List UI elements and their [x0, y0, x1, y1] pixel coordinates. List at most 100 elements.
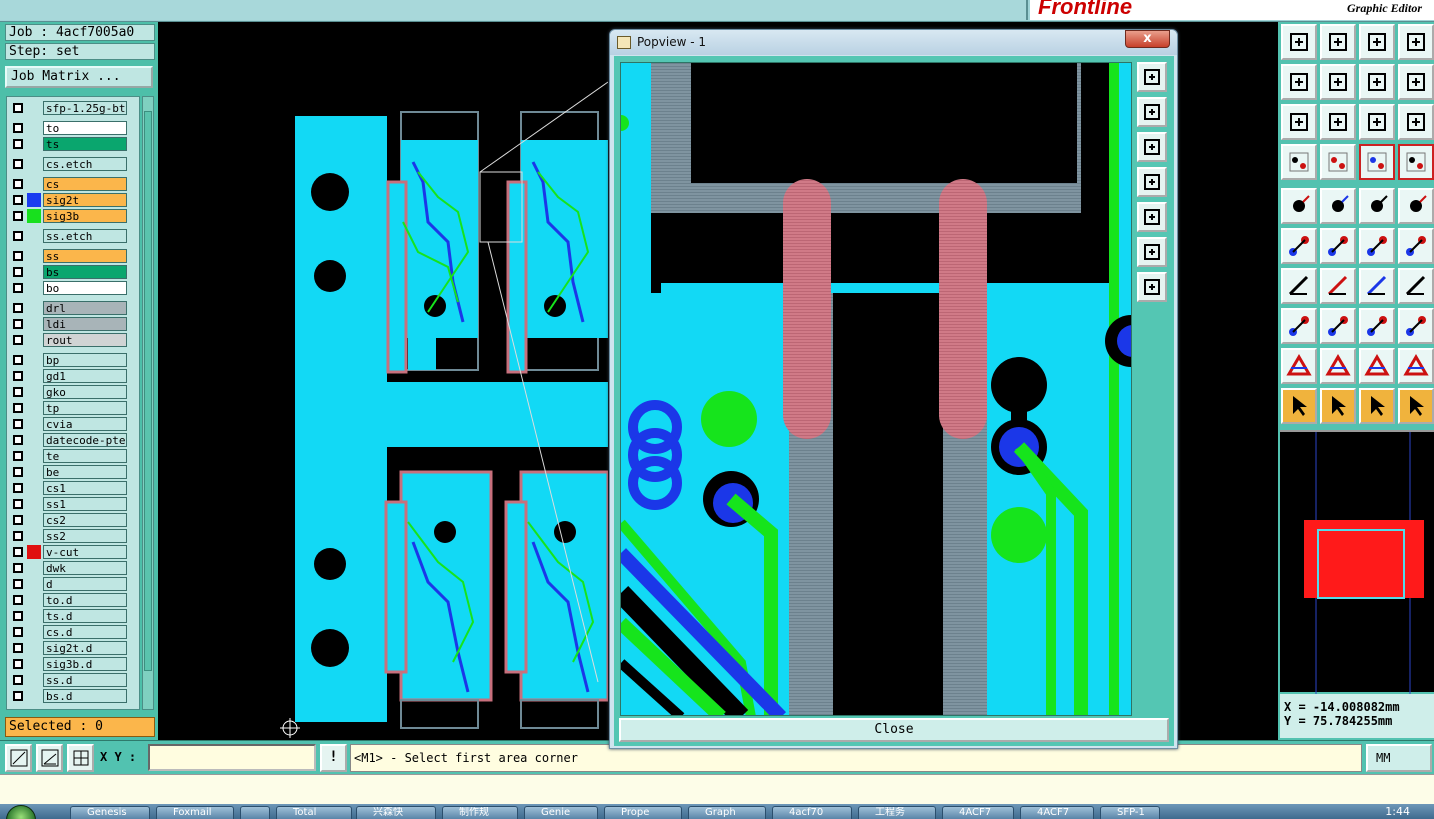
layer-checkbox[interactable]: [13, 319, 23, 329]
layer-checkbox[interactable]: [13, 659, 23, 669]
layer-checkbox[interactable]: [13, 627, 23, 637]
layer-checkbox[interactable]: [13, 103, 23, 113]
layer-name[interactable]: bs.d: [43, 689, 127, 703]
layer-checkbox[interactable]: [13, 451, 23, 461]
layer-name[interactable]: be: [43, 465, 127, 479]
layer-name[interactable]: ts.d: [43, 609, 127, 623]
edit-button[interactable]: [1281, 144, 1317, 180]
window-up-button[interactable]: [1137, 97, 1167, 127]
layer-checkbox[interactable]: [13, 159, 23, 169]
layer-compare-button[interactable]: [1359, 144, 1395, 180]
layer-name[interactable]: te: [43, 449, 127, 463]
layer-checkbox[interactable]: [13, 211, 23, 221]
layer-name[interactable]: datecode-pte: [43, 433, 127, 447]
layer-checkbox[interactable]: [13, 435, 23, 445]
xy-input[interactable]: [148, 744, 316, 771]
layer-name[interactable]: ss2: [43, 529, 127, 543]
home-button[interactable]: [1359, 24, 1395, 60]
taskbar-item[interactable]: Foxmail: [156, 806, 234, 819]
layer-name[interactable]: sfp-1.25g-bt: [43, 101, 127, 115]
layer-row[interactable]: bs: [7, 264, 139, 280]
layer-row[interactable]: ss1: [7, 496, 139, 512]
zoom-area-button[interactable]: [5, 744, 32, 772]
layer-swap-button[interactable]: [1398, 144, 1434, 180]
layer-row[interactable]: gd1: [7, 368, 139, 384]
layer-checkbox[interactable]: [13, 579, 23, 589]
layer-name[interactable]: sig3b.d: [43, 657, 127, 671]
layer-row[interactable]: cs1: [7, 480, 139, 496]
layer-name[interactable]: sig2t: [43, 193, 127, 207]
units-selector[interactable]: MM: [1366, 744, 1432, 772]
pan-left-button[interactable]: [1281, 64, 1317, 100]
layer-row[interactable]: cs.d: [7, 624, 139, 640]
layer-name[interactable]: gd1: [43, 369, 127, 383]
layer-checkbox[interactable]: [13, 611, 23, 621]
layer-row[interactable]: gko: [7, 384, 139, 400]
layer-name[interactable]: cs: [43, 177, 127, 191]
copy-shape-button[interactable]: [1398, 268, 1434, 304]
layer-row[interactable]: to: [7, 120, 139, 136]
layer-checkbox[interactable]: [13, 283, 23, 293]
taskbar-item[interactable]: Graph: [688, 806, 766, 819]
layer-row[interactable]: bo: [7, 280, 139, 296]
layer-row[interactable]: cvia: [7, 416, 139, 432]
layer-row[interactable]: dwk: [7, 560, 139, 576]
step-button[interactable]: [1398, 388, 1434, 424]
move-point-button[interactable]: [1359, 228, 1395, 264]
layer-name[interactable]: ts: [43, 137, 127, 151]
cut-line-button[interactable]: [1320, 308, 1356, 344]
layer-checkbox[interactable]: [13, 547, 23, 557]
layer-row[interactable]: tp: [7, 400, 139, 416]
popview-canvas[interactable]: [620, 62, 1132, 716]
layer-row[interactable]: d: [7, 576, 139, 592]
overview-map[interactable]: [1280, 430, 1434, 694]
layer-checkbox[interactable]: [13, 303, 23, 313]
layer-checkbox[interactable]: [13, 675, 23, 685]
layer-name[interactable]: to: [43, 121, 127, 135]
line-point-button[interactable]: [1398, 228, 1434, 264]
layer-row[interactable]: bp: [7, 352, 139, 368]
zoom-fit-button[interactable]: [1137, 62, 1167, 92]
layer-name[interactable]: v-cut: [43, 545, 127, 559]
pointer-sel-button[interactable]: [1320, 388, 1356, 424]
layer-row[interactable]: be: [7, 464, 139, 480]
layer-row[interactable]: bs.d: [7, 688, 139, 704]
pan-right-button[interactable]: [1320, 64, 1356, 100]
select-point-button[interactable]: [1281, 188, 1317, 224]
zoom-out-button[interactable]: [1137, 272, 1167, 302]
draw-line-button[interactable]: [1281, 268, 1317, 304]
delete-node-button[interactable]: [1320, 228, 1356, 264]
taskbar-item[interactable]: 兴森快: [356, 806, 436, 819]
layer-row[interactable]: ts.d: [7, 608, 139, 624]
arch-button[interactable]: [1359, 348, 1395, 384]
taskbar-item[interactable]: 工程务: [858, 806, 936, 819]
layer-checkbox[interactable]: [13, 355, 23, 365]
layer-name[interactable]: bo: [43, 281, 127, 295]
close-button[interactable]: Close: [619, 718, 1169, 742]
layer-checkbox[interactable]: [13, 371, 23, 381]
layer-name[interactable]: ss: [43, 249, 127, 263]
snap-button[interactable]: [1398, 64, 1434, 100]
layer-checkbox[interactable]: [13, 643, 23, 653]
layer-checkbox[interactable]: [13, 483, 23, 493]
taskbar-item[interactable]: 4ACF7: [1020, 806, 1094, 819]
arch-2-button[interactable]: [1398, 348, 1434, 384]
blue-shapes-button[interactable]: [1398, 308, 1434, 344]
pointer-button[interactable]: [1281, 388, 1317, 424]
layer-checkbox[interactable]: [13, 335, 23, 345]
scrollbar-thumb[interactable]: [144, 111, 152, 671]
mirror-button[interactable]: [1359, 64, 1395, 100]
pan-left-button[interactable]: [1137, 167, 1167, 197]
layer-name[interactable]: dwk: [43, 561, 127, 575]
layer-row[interactable]: sfp-1.25g-bt: [7, 100, 139, 116]
help-button[interactable]: [1398, 104, 1434, 140]
layer-checkbox[interactable]: [13, 515, 23, 525]
pan-right-button[interactable]: [1137, 202, 1167, 232]
zoom-1to2-button[interactable]: [1359, 104, 1395, 140]
graphic-canvas[interactable]: [158, 22, 608, 740]
layer-row[interactable]: cs.etch: [7, 156, 139, 172]
measure-button[interactable]: [36, 744, 63, 772]
taskbar-item[interactable]: 4ACF7: [942, 806, 1014, 819]
dot-button[interactable]: [1398, 188, 1434, 224]
exclaim-button[interactable]: !: [320, 744, 347, 772]
